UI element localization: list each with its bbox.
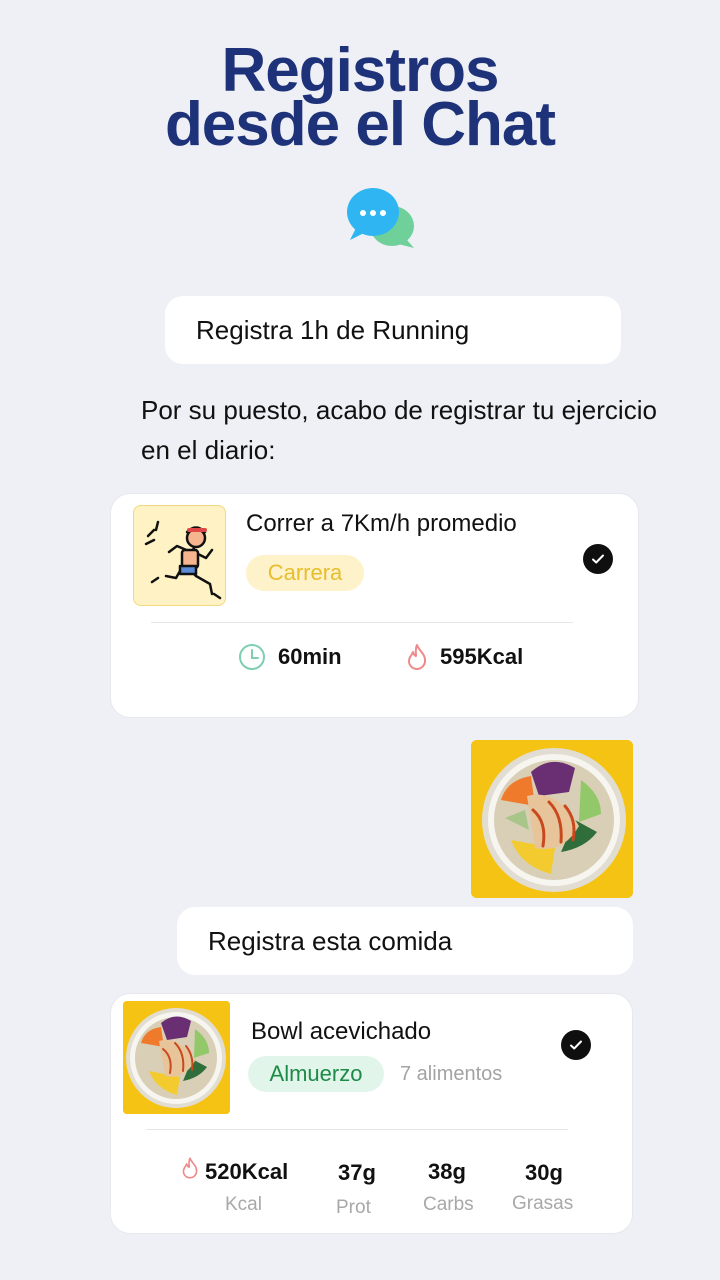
meal-title: Bowl acevichado xyxy=(251,1018,432,1045)
meal-card[interactable]: Bowl acevichado Almuerzo 7 alimentos 520… xyxy=(110,993,633,1234)
macro-prot-value: 37g xyxy=(338,1160,376,1185)
user-message-bubble: Registra 1h de Running xyxy=(165,296,621,364)
divider xyxy=(146,1129,568,1130)
bowl-photo[interactable] xyxy=(471,740,633,898)
macro-kcal-label: Kcal xyxy=(225,1194,262,1215)
macro-grasas-label: Grasas xyxy=(512,1193,574,1214)
meal-type-tag: Almuerzo xyxy=(248,1056,384,1092)
flame-icon xyxy=(408,644,427,670)
exercise-category-tag: Carrera xyxy=(246,555,364,591)
items-count: 7 alimentos xyxy=(400,1063,503,1085)
runner-icon xyxy=(133,505,226,606)
title-line-2: desde el Chat xyxy=(164,90,556,159)
user-message-text: Registra esta comida xyxy=(208,925,453,956)
check-icon xyxy=(583,544,613,574)
exercise-title: Correr a 7Km/h promedio xyxy=(246,510,517,537)
macro-grasas-value: 30g xyxy=(525,1160,563,1185)
duration-value: 60min xyxy=(278,644,342,669)
clock-icon xyxy=(239,644,265,670)
exercise-card[interactable]: Correr a 7Km/h promedio Carrera 60min 59… xyxy=(110,493,639,718)
macro-prot-label: Prot xyxy=(336,1197,371,1218)
check-icon xyxy=(561,1030,591,1060)
macro-carbs-label: Carbs xyxy=(423,1194,474,1215)
user-message-text: Registra 1h de Running xyxy=(196,314,470,345)
assistant-reply: Por su puesto, acabo de registrar tu eje… xyxy=(141,395,657,465)
bowl-thumbnail xyxy=(123,1001,230,1114)
duration-stat: 60min xyxy=(238,643,342,671)
flame-icon xyxy=(182,1157,198,1179)
calories-value: 595Kcal xyxy=(440,644,524,669)
divider xyxy=(151,622,573,623)
user-message-bubble: Registra esta comida xyxy=(177,907,633,975)
calories-stat: 595Kcal xyxy=(406,643,523,671)
page-title: Registros desde el Chat xyxy=(0,40,720,159)
screen: { "header": { "title_line1": "Registros"… xyxy=(0,0,720,1280)
macro-kcal-value: 520Kcal xyxy=(205,1159,289,1184)
chat-bubbles-icon xyxy=(347,188,414,248)
macro-carbs-value: 38g xyxy=(428,1159,466,1184)
